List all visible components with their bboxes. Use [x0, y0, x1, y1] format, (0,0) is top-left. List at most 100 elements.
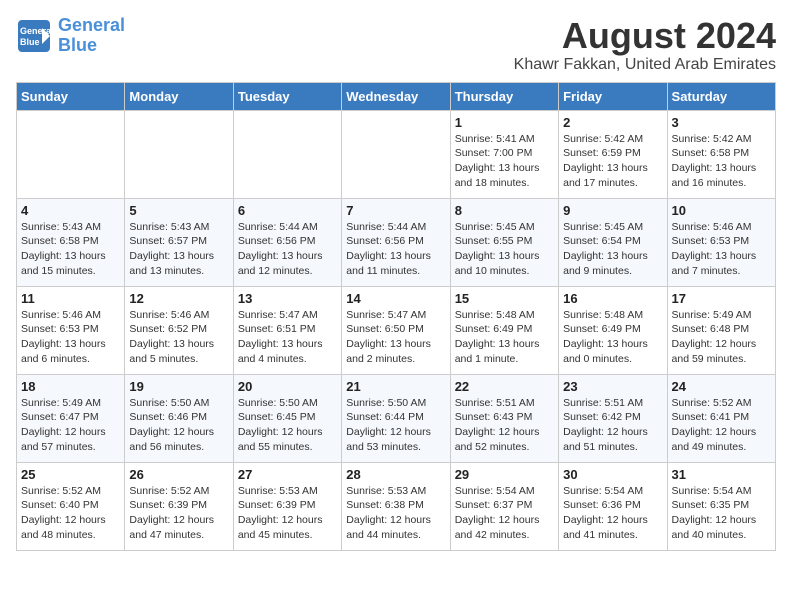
day-info: Sunrise: 5:41 AM Sunset: 7:00 PM Dayligh… — [455, 132, 554, 191]
day-number: 10 — [672, 203, 771, 218]
day-number: 13 — [238, 291, 337, 306]
svg-text:Blue: Blue — [20, 37, 40, 47]
calendar-cell: 1 Sunrise: 5:41 AM Sunset: 7:00 PM Daylig… — [450, 110, 558, 198]
calendar-cell: 27Sunrise: 5:53 AM Sunset: 6:39 PM Dayli… — [233, 462, 341, 550]
day-info: Sunrise: 5:42 AM Sunset: 6:59 PM Dayligh… — [563, 132, 662, 191]
day-number: 7 — [346, 203, 445, 218]
day-number: 21 — [346, 379, 445, 394]
day-info: Sunrise: 5:52 AM Sunset: 6:39 PM Dayligh… — [129, 484, 228, 543]
calendar-week-row: 4 Sunrise: 5:43 AM Sunset: 6:58 PM Daylig… — [17, 198, 776, 286]
day-info: Sunrise: 5:52 AM Sunset: 6:41 PM Dayligh… — [672, 396, 771, 455]
calendar-cell: 12 Sunrise: 5:46 AM Sunset: 6:52 PM Dayli… — [125, 286, 233, 374]
calendar-cell: 13 Sunrise: 5:47 AM Sunset: 6:51 PM Dayli… — [233, 286, 341, 374]
calendar-cell: 23 Sunrise: 5:51 AM Sunset: 6:42 PM Dayli… — [559, 374, 667, 462]
calendar-week-row: 11 Sunrise: 5:46 AM Sunset: 6:53 PM Dayli… — [17, 286, 776, 374]
calendar-cell: 3 Sunrise: 5:42 AM Sunset: 6:58 PM Daylig… — [667, 110, 775, 198]
day-info: Sunrise: 5:54 AM Sunset: 6:37 PM Dayligh… — [455, 484, 554, 543]
day-info: Sunrise: 5:47 AM Sunset: 6:51 PM Dayligh… — [238, 308, 337, 367]
calendar-cell: 2Sunrise: 5:42 AM Sunset: 6:59 PM Daylig… — [559, 110, 667, 198]
day-number: 25 — [21, 467, 120, 482]
weekday-header: Friday — [559, 82, 667, 110]
calendar-cell: 7 Sunrise: 5:44 AM Sunset: 6:56 PM Daylig… — [342, 198, 450, 286]
day-number: 30 — [563, 467, 662, 482]
day-number: 18 — [21, 379, 120, 394]
calendar-cell — [233, 110, 341, 198]
day-info: Sunrise: 5:42 AM Sunset: 6:58 PM Dayligh… — [672, 132, 771, 191]
day-info: Sunrise: 5:49 AM Sunset: 6:47 PM Dayligh… — [21, 396, 120, 455]
day-number: 8 — [455, 203, 554, 218]
month-year: August 2024 — [514, 16, 776, 56]
day-info: Sunrise: 5:47 AM Sunset: 6:50 PM Dayligh… — [346, 308, 445, 367]
logo-line1: General — [58, 15, 125, 35]
calendar-week-row: 1 Sunrise: 5:41 AM Sunset: 7:00 PM Daylig… — [17, 110, 776, 198]
day-number: 24 — [672, 379, 771, 394]
weekday-header: Sunday — [17, 82, 125, 110]
calendar-cell: 14 Sunrise: 5:47 AM Sunset: 6:50 PM Dayli… — [342, 286, 450, 374]
day-number: 27 — [238, 467, 337, 482]
day-info: Sunrise: 5:44 AM Sunset: 6:56 PM Dayligh… — [238, 220, 337, 279]
day-info: Sunrise: 5:53 AM Sunset: 6:38 PM Dayligh… — [346, 484, 445, 543]
logo-line2: Blue — [58, 35, 97, 55]
calendar-cell: 28 Sunrise: 5:53 AM Sunset: 6:38 PM Dayli… — [342, 462, 450, 550]
weekday-header: Saturday — [667, 82, 775, 110]
calendar-cell — [342, 110, 450, 198]
calendar-cell: 4 Sunrise: 5:43 AM Sunset: 6:58 PM Daylig… — [17, 198, 125, 286]
day-number: 5 — [129, 203, 228, 218]
calendar-cell: 21 Sunrise: 5:50 AM Sunset: 6:44 PM Dayli… — [342, 374, 450, 462]
day-info: Sunrise: 5:54 AM Sunset: 6:36 PM Dayligh… — [563, 484, 662, 543]
calendar-cell: 31Sunrise: 5:54 AM Sunset: 6:35 PM Dayli… — [667, 462, 775, 550]
calendar-cell: 19Sunrise: 5:50 AM Sunset: 6:46 PM Dayli… — [125, 374, 233, 462]
day-number: 15 — [455, 291, 554, 306]
day-number: 14 — [346, 291, 445, 306]
day-number: 4 — [21, 203, 120, 218]
calendar-cell: 17Sunrise: 5:49 AM Sunset: 6:48 PM Dayli… — [667, 286, 775, 374]
calendar-cell: 9Sunrise: 5:45 AM Sunset: 6:54 PM Daylig… — [559, 198, 667, 286]
day-info: Sunrise: 5:51 AM Sunset: 6:43 PM Dayligh… — [455, 396, 554, 455]
day-number: 26 — [129, 467, 228, 482]
day-number: 22 — [455, 379, 554, 394]
day-info: Sunrise: 5:46 AM Sunset: 6:53 PM Dayligh… — [672, 220, 771, 279]
calendar-cell: 18 Sunrise: 5:49 AM Sunset: 6:47 PM Dayli… — [17, 374, 125, 462]
day-number: 1 — [455, 115, 554, 130]
calendar-cell: 8Sunrise: 5:45 AM Sunset: 6:55 PM Daylig… — [450, 198, 558, 286]
logo-icon: General Blue — [16, 18, 52, 54]
calendar-week-row: 25Sunrise: 5:52 AM Sunset: 6:40 PM Dayli… — [17, 462, 776, 550]
day-number: 16 — [563, 291, 662, 306]
calendar-cell: 20Sunrise: 5:50 AM Sunset: 6:45 PM Dayli… — [233, 374, 341, 462]
calendar-table: SundayMondayTuesdayWednesdayThursdayFrid… — [16, 82, 776, 551]
calendar-cell: 15Sunrise: 5:48 AM Sunset: 6:49 PM Dayli… — [450, 286, 558, 374]
day-number: 23 — [563, 379, 662, 394]
day-info: Sunrise: 5:46 AM Sunset: 6:52 PM Dayligh… — [129, 308, 228, 367]
day-number: 12 — [129, 291, 228, 306]
calendar-cell: 11 Sunrise: 5:46 AM Sunset: 6:53 PM Dayli… — [17, 286, 125, 374]
calendar-cell: 22 Sunrise: 5:51 AM Sunset: 6:43 PM Dayli… — [450, 374, 558, 462]
day-number: 31 — [672, 467, 771, 482]
day-info: Sunrise: 5:45 AM Sunset: 6:54 PM Dayligh… — [563, 220, 662, 279]
day-number: 6 — [238, 203, 337, 218]
day-number: 3 — [672, 115, 771, 130]
calendar-cell: 5Sunrise: 5:43 AM Sunset: 6:57 PM Daylig… — [125, 198, 233, 286]
day-info: Sunrise: 5:43 AM Sunset: 6:58 PM Dayligh… — [21, 220, 120, 279]
day-number: 28 — [346, 467, 445, 482]
day-number: 19 — [129, 379, 228, 394]
weekday-header: Wednesday — [342, 82, 450, 110]
day-info: Sunrise: 5:50 AM Sunset: 6:44 PM Dayligh… — [346, 396, 445, 455]
calendar-cell — [125, 110, 233, 198]
calendar-cell: 6 Sunrise: 5:44 AM Sunset: 6:56 PM Daylig… — [233, 198, 341, 286]
day-info: Sunrise: 5:46 AM Sunset: 6:53 PM Dayligh… — [21, 308, 120, 367]
day-info: Sunrise: 5:48 AM Sunset: 6:49 PM Dayligh… — [563, 308, 662, 367]
calendar-cell: 29Sunrise: 5:54 AM Sunset: 6:37 PM Dayli… — [450, 462, 558, 550]
day-info: Sunrise: 5:51 AM Sunset: 6:42 PM Dayligh… — [563, 396, 662, 455]
title-block: August 2024 Khawr Fakkan, United Arab Em… — [514, 16, 776, 74]
weekday-header-row: SundayMondayTuesdayWednesdayThursdayFrid… — [17, 82, 776, 110]
calendar-cell: 24 Sunrise: 5:52 AM Sunset: 6:41 PM Dayli… — [667, 374, 775, 462]
day-number: 20 — [238, 379, 337, 394]
day-info: Sunrise: 5:49 AM Sunset: 6:48 PM Dayligh… — [672, 308, 771, 367]
location: Khawr Fakkan, United Arab Emirates — [514, 56, 776, 74]
logo-text: General Blue — [58, 16, 125, 56]
calendar-cell: 10 Sunrise: 5:46 AM Sunset: 6:53 PM Dayli… — [667, 198, 775, 286]
day-number: 11 — [21, 291, 120, 306]
day-info: Sunrise: 5:44 AM Sunset: 6:56 PM Dayligh… — [346, 220, 445, 279]
calendar-cell: 26 Sunrise: 5:52 AM Sunset: 6:39 PM Dayli… — [125, 462, 233, 550]
logo: General Blue General Blue — [16, 16, 125, 56]
